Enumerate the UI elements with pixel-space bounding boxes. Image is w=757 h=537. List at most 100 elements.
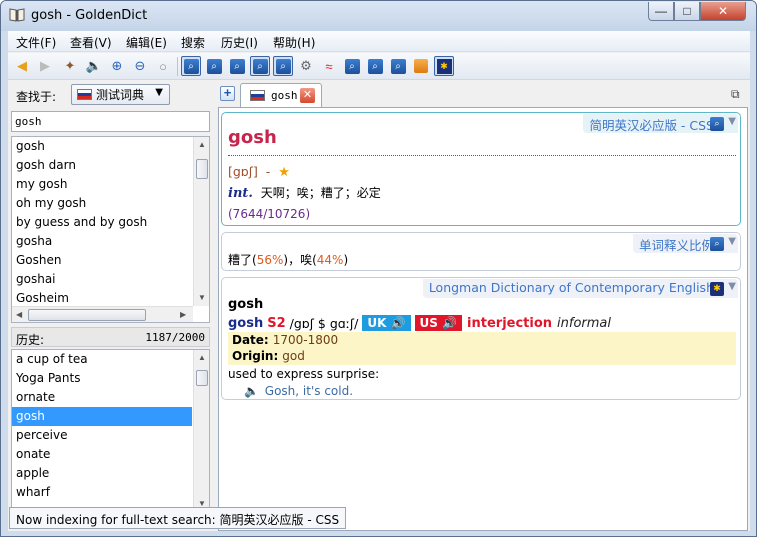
- us-pronounce-button[interactable]: US 🔊: [414, 315, 463, 331]
- tabs-menu-icon[interactable]: ⧉: [731, 87, 747, 101]
- dict-title[interactable]: Longman Dictionary of Contemporary Engli…: [422, 279, 738, 298]
- dict-article-longman: Longman Dictionary of Contemporary Engli…: [221, 277, 741, 400]
- menu-help[interactable]: 帮助(H): [273, 34, 315, 51]
- zoom-out-icon[interactable]: ⊖: [130, 56, 150, 76]
- scroll-thumb[interactable]: [196, 370, 208, 386]
- close-button[interactable]: ✕: [700, 2, 746, 21]
- history-item[interactable]: wharf: [12, 483, 192, 502]
- scroll-thumb[interactable]: [196, 159, 208, 179]
- history-label: 历史:: [16, 333, 45, 347]
- history-scrollbar[interactable]: ▲ ▼: [193, 350, 209, 512]
- frequency-rank: (7644/10726): [228, 207, 311, 221]
- forward-icon[interactable]: ▶: [35, 56, 55, 76]
- date-value: 1700-1800: [272, 333, 339, 347]
- dict-icon[interactable]: ⌕: [365, 56, 385, 76]
- uk-label: UK: [367, 316, 387, 330]
- menubar: 文件(F) 查看(V) 编辑(E) 搜索 历史(I) 帮助(H): [8, 31, 750, 52]
- dict-title[interactable]: 单词释义比例 ⌕ ▼: [632, 234, 738, 253]
- list-item[interactable]: Goshen: [16, 253, 62, 267]
- history-item[interactable]: onate: [12, 445, 192, 464]
- close-icon: ✕: [717, 4, 729, 18]
- history-item[interactable]: apple: [12, 464, 192, 483]
- phonetic: [gɒʃ]: [228, 164, 258, 179]
- zoom-in-icon[interactable]: ⊕: [107, 56, 127, 76]
- list-item[interactable]: gosh darn: [16, 158, 76, 172]
- dictionary-group-select[interactable]: 测试词典 ▼: [71, 84, 170, 105]
- search-input[interactable]: gosh: [11, 111, 210, 132]
- longman-dict-icon[interactable]: ✱: [434, 56, 454, 76]
- history-count: 1187/2000: [145, 331, 205, 344]
- chevron-down-icon[interactable]: ▼: [728, 116, 736, 127]
- speaker-icon[interactable]: 🔈: [84, 56, 104, 76]
- percent: 44%: [316, 253, 344, 267]
- dict-title-label: Longman Dictionary of Contemporary Engli…: [428, 280, 714, 295]
- dict-icon[interactable]: ⌕: [388, 56, 408, 76]
- scroll-up-icon[interactable]: ▲: [198, 353, 206, 362]
- menu-edit[interactable]: 编辑(E): [126, 34, 167, 51]
- origin-value: god: [282, 349, 305, 363]
- menu-history[interactable]: 历史(I): [221, 34, 258, 51]
- history-item-selected[interactable]: gosh: [12, 407, 192, 426]
- frequency-badge: S2: [267, 315, 286, 331]
- toolbar: ◀ ▶ ✦ 🔈 ⊕ ⊖ ○ ⌕ ⌕ ⌕ ⌕ ⌕ ⚙ ≈ ⌕ ⌕ ⌕ ✱: [8, 53, 750, 80]
- wave-icon[interactable]: ≈: [319, 56, 339, 76]
- scroll-right-icon[interactable]: ▶: [180, 310, 186, 319]
- dict-icon[interactable]: ⌕: [342, 56, 362, 76]
- dict-icon[interactable]: ⌕: [181, 56, 201, 76]
- word-list[interactable]: gosh gosh darn my gosh oh my gosh by gue…: [11, 136, 210, 323]
- close-tab-icon[interactable]: ✕: [300, 88, 315, 103]
- separator: ，: [288, 253, 301, 267]
- dict-icon[interactable]: ⌕: [250, 56, 270, 76]
- dict-icon[interactable]: ⌕: [227, 56, 247, 76]
- list-item[interactable]: gosh: [16, 139, 45, 153]
- list-item[interactable]: gosha: [16, 234, 52, 248]
- list-item[interactable]: goshai: [16, 272, 56, 286]
- dict-icon[interactable]: ⌕: [204, 56, 224, 76]
- word-list-scrollbar[interactable]: ▲ ▼: [193, 137, 209, 306]
- history-item[interactable]: Yoga Pants: [12, 369, 192, 388]
- orange-dict-icon[interactable]: [411, 56, 431, 76]
- scroll-up-icon[interactable]: ▲: [198, 140, 206, 149]
- history-header: 历史: 1187/2000: [11, 327, 210, 347]
- zoom-reset-icon[interactable]: ○: [153, 56, 173, 76]
- back-icon[interactable]: ◀: [12, 56, 32, 76]
- scroll-left-icon[interactable]: ◀: [16, 310, 22, 319]
- phonetic-line: [gɒʃ] - ★: [228, 164, 290, 180]
- chevron-down-icon[interactable]: ▼: [728, 236, 736, 247]
- minimize-button[interactable]: —: [648, 2, 674, 21]
- flag-icon: [250, 90, 265, 101]
- entry-headword: gosh: [228, 315, 264, 331]
- history-list[interactable]: a cup of tea Yoga Pants ornate gosh perc…: [11, 349, 210, 513]
- new-tab-button[interactable]: +: [220, 86, 235, 101]
- example-text: Gosh, it's cold.: [264, 384, 354, 398]
- origin-key: Origin:: [232, 349, 279, 363]
- history-item[interactable]: a cup of tea: [12, 350, 192, 369]
- dict-title-label: 简明英汉必应版 - CSS: [589, 118, 714, 133]
- gear-icon[interactable]: ⚙: [296, 56, 316, 76]
- book-icon: [9, 8, 25, 22]
- menu-view[interactable]: 查看(V): [70, 34, 112, 51]
- uk-pronounce-button[interactable]: UK 🔊: [362, 315, 411, 331]
- hscroll-thumb[interactable]: [28, 309, 146, 321]
- word-list-hscrollbar[interactable]: ◀ ▶: [12, 306, 193, 322]
- menu-search[interactable]: 搜索: [181, 34, 205, 51]
- chevron-down-icon[interactable]: ▼: [728, 281, 736, 292]
- menu-file[interactable]: 文件(F): [16, 34, 56, 51]
- speaker-icon[interactable]: 🔈: [244, 384, 259, 398]
- dict-icon[interactable]: ⌕: [273, 56, 293, 76]
- list-item[interactable]: Gosheim: [16, 291, 69, 305]
- maximize-icon: □: [683, 4, 691, 18]
- list-item[interactable]: by guess and by gosh: [16, 215, 147, 229]
- dict-title[interactable]: 简明英汉必应版 - CSS ⌕ ▼: [583, 114, 738, 133]
- maximize-button[interactable]: □: [674, 2, 700, 21]
- tab-gosh[interactable]: gosh ✕: [240, 83, 322, 107]
- group-name: 测试词典: [96, 88, 145, 102]
- wand-icon[interactable]: ✦: [60, 56, 80, 76]
- history-item[interactable]: perceive: [12, 426, 192, 445]
- dict-article-bing: 简明英汉必应版 - CSS ⌕ ▼ gosh [gɒʃ] - ★ int. 天啊…: [221, 112, 741, 226]
- list-item[interactable]: oh my gosh: [16, 196, 86, 210]
- history-item[interactable]: ornate: [12, 388, 192, 407]
- scroll-down-icon[interactable]: ▼: [198, 293, 206, 302]
- toolbar-separator: [177, 57, 178, 76]
- list-item[interactable]: my gosh: [16, 177, 67, 191]
